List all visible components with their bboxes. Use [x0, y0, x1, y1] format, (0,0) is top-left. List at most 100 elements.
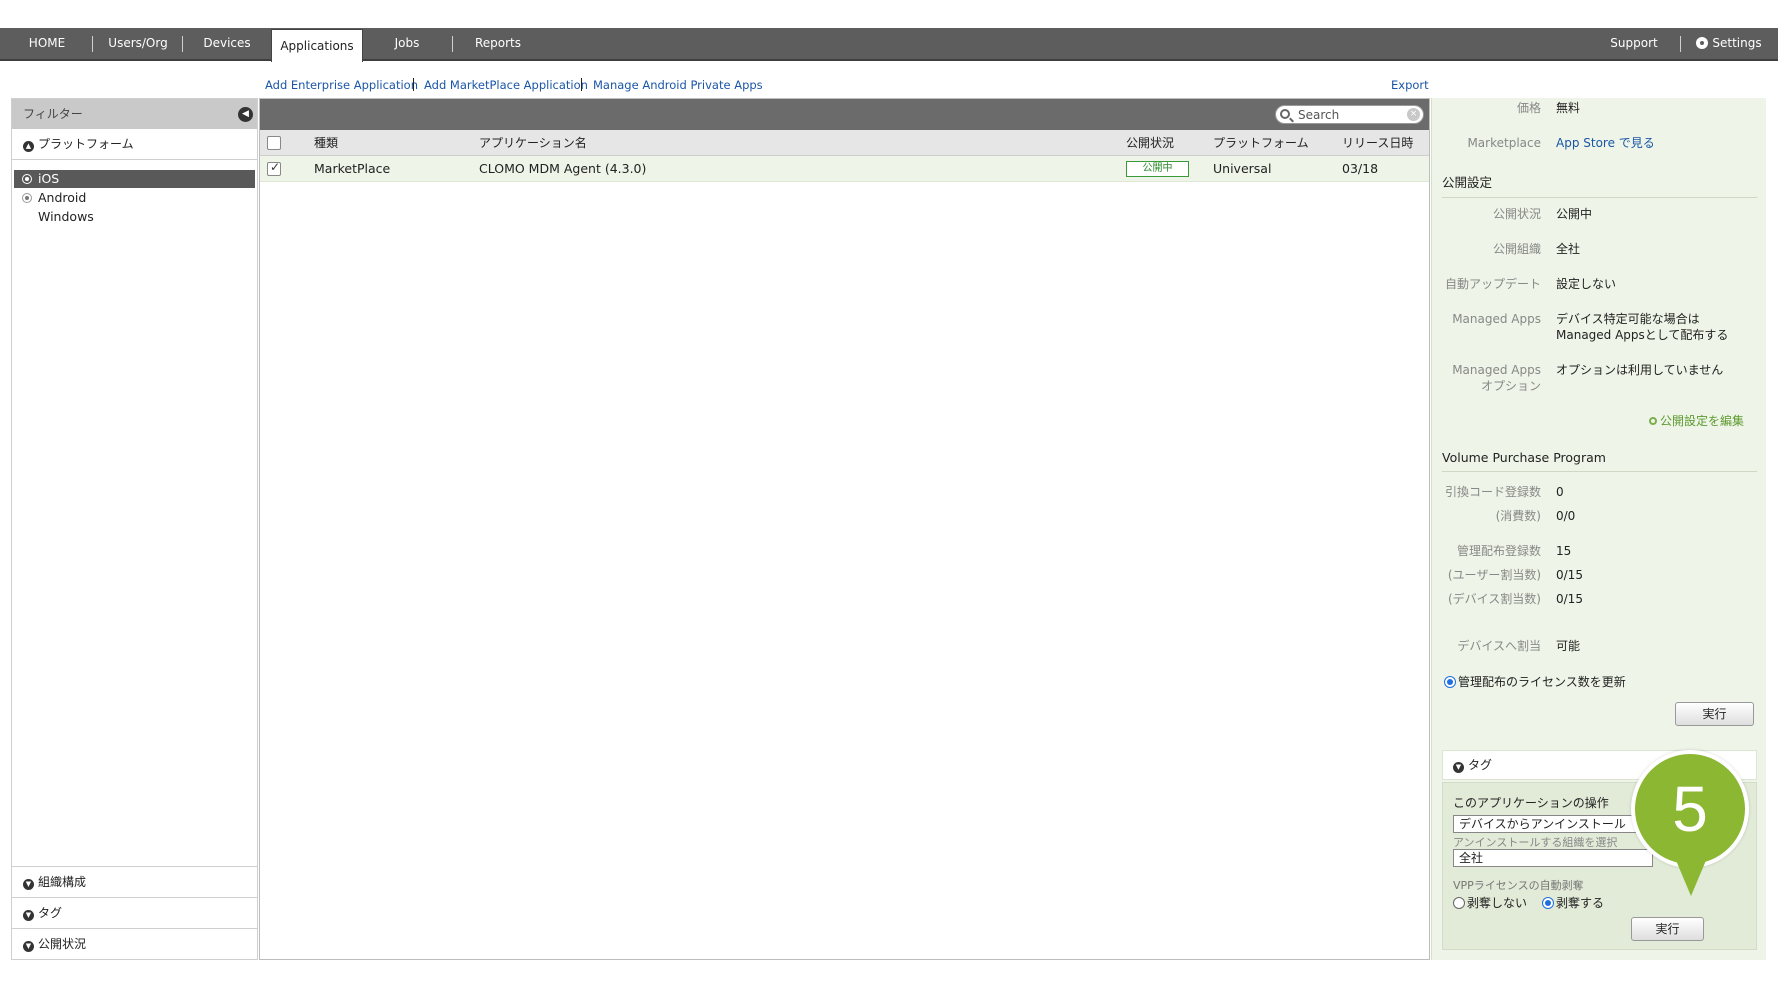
- link-separator: [413, 78, 414, 91]
- platform-label: Windows: [38, 209, 94, 224]
- table-header: 種類 アプリケーション名 公開状況 プラットフォーム リリース日時: [260, 130, 1429, 156]
- search-input[interactable]: [1298, 107, 1403, 122]
- add-enterprise-app-link[interactable]: Add Enterprise Application: [265, 78, 418, 92]
- platform-item-ios[interactable]: iOS: [14, 170, 255, 188]
- nav-users-org[interactable]: Users/Org: [100, 28, 176, 59]
- search-box[interactable]: ×: [1275, 105, 1424, 124]
- device-alloc-value: 可能: [1556, 639, 1581, 653]
- top-nav-bar: HOME Users/Org Devices Applications Jobs…: [0, 28, 1778, 62]
- filter-sidebar: フィルター ◀ ▲ プラットフォーム iOS Android Windows ▼ 組…: [11, 98, 258, 960]
- select-all-checkbox[interactable]: [267, 136, 281, 150]
- chevron-down-icon: ▼: [23, 941, 34, 952]
- no-revoke-label: 剥奪しない: [1467, 896, 1528, 910]
- row-app-name: CLOMO MDM Agent (4.3.0): [479, 161, 647, 176]
- managed-count-value: 15: [1556, 544, 1572, 558]
- radio-icon: [1453, 897, 1465, 909]
- filter-section-label: 組織構成: [38, 875, 87, 889]
- managed-count-label: 管理配布登録数: [1456, 544, 1541, 558]
- header-status[interactable]: 公開状況: [1126, 130, 1174, 156]
- collapse-left-icon[interactable]: ◀: [238, 107, 253, 122]
- uninstall-org-label: アンインストールする組織を選択: [1453, 836, 1618, 849]
- nav-devices[interactable]: Devices: [190, 28, 264, 59]
- filter-title: フィルター: [23, 107, 83, 121]
- device-alloc-label: デバイスへ割当: [1457, 639, 1541, 653]
- operation-select[interactable]: デバイスからアンインストール: [1453, 815, 1653, 833]
- redeem-label: 引換コード登録数: [1444, 485, 1541, 499]
- update-license-option[interactable]: 管理配布のライセンス数を更新: [1444, 673, 1626, 690]
- vpp-section-title: Volume Purchase Program: [1442, 450, 1757, 472]
- chevron-up-icon: ▲: [23, 141, 34, 152]
- platform-label: iOS: [38, 171, 60, 186]
- app-store-link[interactable]: App Store で見る: [1556, 135, 1756, 151]
- filter-section-org[interactable]: ▼ 組織構成: [12, 866, 257, 897]
- publish-section-title: 公開設定: [1442, 172, 1757, 198]
- platform-label: Android: [38, 190, 87, 205]
- price-label: 価格: [1516, 101, 1541, 115]
- nav-applications[interactable]: Applications: [271, 29, 363, 62]
- platform-section-header[interactable]: ▲ プラットフォーム: [12, 129, 257, 160]
- manage-android-apps-link[interactable]: Manage Android Private Apps: [593, 78, 763, 92]
- filter-section-label: タグ: [38, 906, 63, 920]
- table-row[interactable]: MarketPlace CLOMO MDM Agent (4.3.0) 公開中 …: [260, 156, 1429, 182]
- nav-reports[interactable]: Reports: [460, 28, 536, 59]
- nav-home[interactable]: HOME: [14, 28, 80, 59]
- step-marker: 5: [1631, 750, 1749, 868]
- price-value: 無料: [1556, 101, 1581, 115]
- nav-support[interactable]: Support: [1600, 28, 1668, 59]
- auto-update-label: 自動アップデート: [1444, 277, 1541, 291]
- managed-apps-label: Managed Apps: [1452, 312, 1541, 326]
- tag-section-label: タグ: [1468, 758, 1493, 772]
- link-separator: [581, 78, 582, 91]
- nav-separator: [182, 36, 183, 52]
- gear-icon: [1696, 37, 1709, 49]
- nav-jobs[interactable]: Jobs: [370, 28, 444, 59]
- header-app-name[interactable]: アプリケーション名: [479, 130, 587, 156]
- run-operation-button[interactable]: 実行: [1631, 917, 1704, 941]
- row-release: 03/18: [1342, 161, 1379, 176]
- settings-label: Settings: [1712, 36, 1762, 50]
- row-type: MarketPlace: [314, 161, 391, 176]
- user-assign-label: (ユーザー割当数): [1447, 568, 1541, 582]
- filter-header: フィルター ◀: [12, 99, 257, 129]
- filter-section-status[interactable]: ▼ 公開状況: [12, 928, 257, 959]
- edit-publish-link[interactable]: 公開設定を編集: [1648, 412, 1744, 429]
- clear-icon[interactable]: ×: [1407, 108, 1420, 121]
- radio-icon: [22, 193, 32, 203]
- step-marker-pointer: [1675, 858, 1707, 896]
- revoke-option[interactable]: 剥奪する: [1542, 894, 1604, 911]
- row-platform: Universal: [1213, 161, 1272, 176]
- header-type[interactable]: 種類: [314, 130, 338, 156]
- vpp-revoke-label: VPPライセンスの自動剥奪: [1453, 879, 1584, 892]
- export-link[interactable]: Export: [1391, 78, 1429, 92]
- run-button[interactable]: 実行: [1675, 702, 1754, 726]
- row-checkbox[interactable]: [267, 160, 281, 176]
- managed-options-label-1: Managed Apps: [1452, 363, 1541, 377]
- operation-title: このアプリケーションの操作: [1453, 796, 1609, 810]
- add-marketplace-app-link[interactable]: Add MarketPlace Application: [424, 78, 588, 92]
- managed-options-value: オプションは利用していません: [1556, 363, 1724, 377]
- filter-section-tag[interactable]: ▼ タグ: [12, 897, 257, 928]
- chevron-down-icon: ▼: [23, 879, 34, 890]
- header-release[interactable]: リリース日時: [1342, 130, 1413, 156]
- search-icon: [1280, 109, 1290, 119]
- no-revoke-option[interactable]: 剥奪しない: [1453, 894, 1527, 911]
- platform-item-windows[interactable]: Windows: [14, 208, 255, 226]
- header-platform[interactable]: プラットフォーム: [1213, 130, 1309, 156]
- org-select[interactable]: 全社: [1453, 849, 1653, 867]
- consumed-label: (消費数): [1495, 509, 1541, 523]
- status-badge: 公開中: [1126, 161, 1189, 177]
- publish-org-label: 公開組織: [1492, 242, 1541, 256]
- chevron-down-icon: ▼: [1453, 762, 1464, 773]
- chevron-down-icon: ▼: [23, 910, 34, 921]
- platform-section-label: プラットフォーム: [38, 137, 134, 151]
- publish-status-value: 公開中: [1556, 207, 1593, 221]
- application-list: × 種類 アプリケーション名 公開状況 プラットフォーム リリース日時 Mark…: [259, 98, 1430, 960]
- marketplace-label: Marketplace: [1467, 136, 1541, 150]
- filter-section-label: 公開状況: [38, 937, 87, 951]
- device-assign-label: (デバイス割当数): [1447, 592, 1541, 606]
- platform-item-android[interactable]: Android: [14, 189, 255, 207]
- device-assign-value: 0/15: [1556, 592, 1583, 606]
- update-license-label: 管理配布のライセンス数を更新: [1458, 675, 1626, 689]
- nav-settings[interactable]: Settings: [1688, 28, 1770, 59]
- redeem-value: 0: [1556, 485, 1564, 499]
